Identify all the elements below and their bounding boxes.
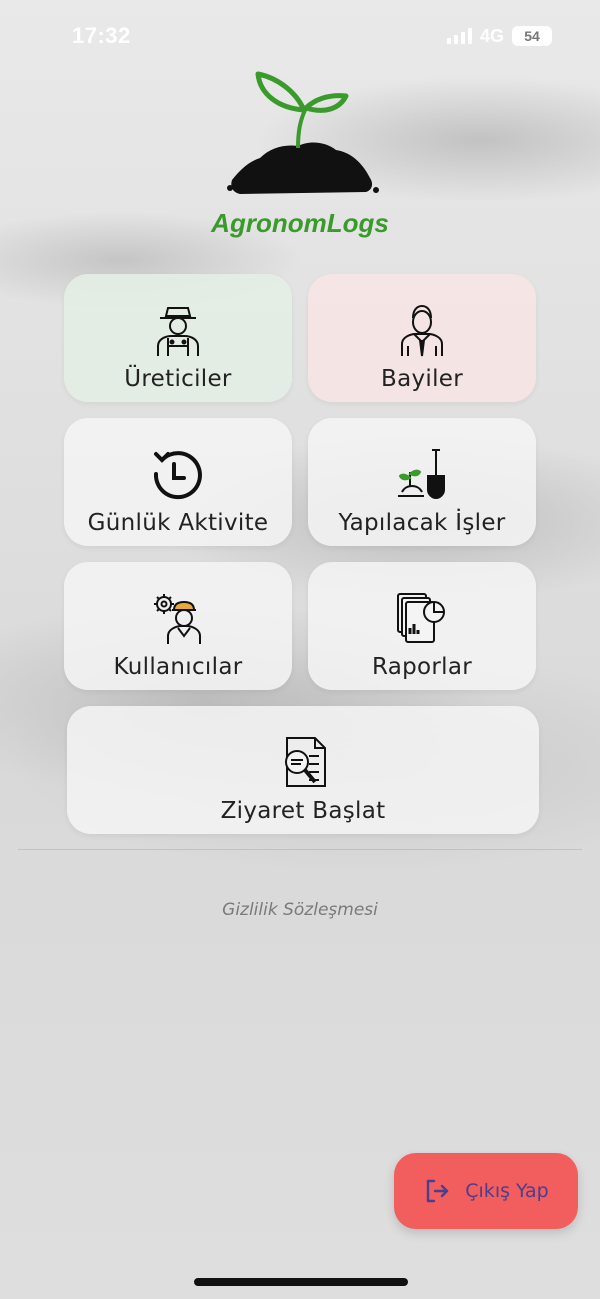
app-logo-text: AgronomLogs — [211, 208, 389, 238]
status-indicators: 4G 54 — [446, 25, 552, 47]
report-documents-icon — [397, 593, 445, 643]
history-clock-icon — [153, 451, 202, 500]
signal-icon — [446, 28, 472, 44]
divider — [18, 849, 582, 850]
menu-label: Günlük Aktivite — [87, 510, 269, 536]
menu-label: Bayiler — [381, 366, 463, 392]
home-indicator[interactable] — [194, 1278, 408, 1286]
status-time: 17:32 — [72, 23, 131, 48]
menu-label: Yapılacak İşler — [338, 510, 506, 536]
logout-label: Çıkış Yap — [465, 1180, 549, 1202]
menu-dealers-button[interactable]: Bayiler — [308, 274, 536, 402]
engineer-gear-icon — [154, 594, 201, 644]
gardening-shovel-icon — [398, 449, 445, 500]
menu-start-visit-button[interactable]: Ziyaret Başlat — [67, 706, 539, 834]
menu-reports-button[interactable]: Raporlar — [308, 562, 536, 690]
menu-daily-activity-button[interactable]: Günlük Aktivite — [64, 418, 292, 546]
privacy-policy-link[interactable]: Gizlilik Sözleşmesi — [0, 900, 600, 920]
menu-label: Üreticiler — [124, 366, 232, 392]
menu-label: Kullanıcılar — [113, 654, 243, 680]
logout-icon — [427, 1179, 449, 1203]
menu-users-button[interactable]: Kullanıcılar — [64, 562, 292, 690]
logout-button[interactable]: Çıkış Yap — [394, 1153, 578, 1229]
menu-producers-button[interactable]: Üreticiler — [64, 274, 292, 402]
businessman-icon — [401, 304, 443, 357]
menu-label: Ziyaret Başlat — [220, 798, 386, 824]
farmer-icon — [157, 307, 199, 356]
document-search-icon — [285, 737, 326, 787]
menu-label: Raporlar — [371, 654, 473, 680]
battery-level: 54 — [524, 28, 540, 44]
menu-todo-button[interactable]: Yapılacak İşler — [308, 418, 536, 546]
network-type: 4G — [479, 25, 504, 46]
battery-icon: 54 — [512, 26, 552, 46]
